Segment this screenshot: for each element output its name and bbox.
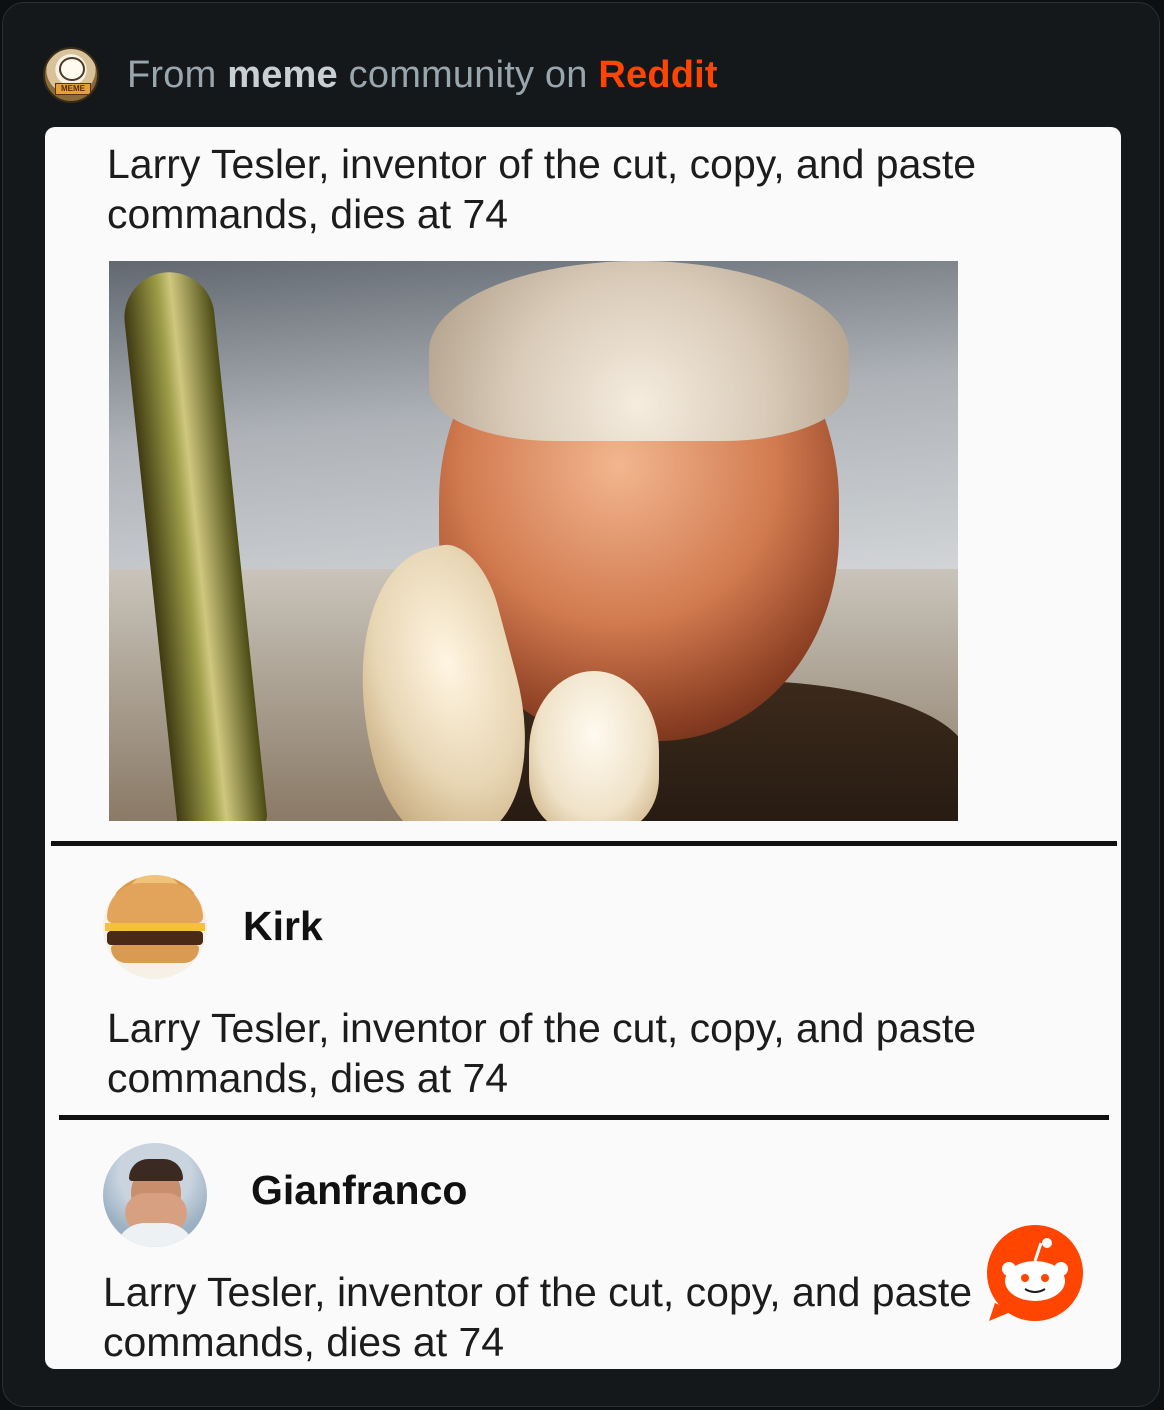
snoo-ear-right [1054, 1262, 1068, 1276]
lily-flower-front [529, 671, 659, 821]
burger-avatar [103, 875, 207, 979]
community-avatar-label: MEME [55, 83, 91, 95]
comment-text: Larry Tesler, inventor of the cut, copy,… [103, 1269, 973, 1365]
photo-hair [429, 261, 849, 441]
avatar-body [115, 1223, 195, 1247]
reddit-link[interactable]: Reddit [598, 54, 717, 96]
comment-username: Kirk [243, 903, 323, 949]
mascot-icon [59, 57, 85, 81]
patty [107, 931, 203, 945]
snoo-eye-right [1041, 1274, 1049, 1282]
snoo-antenna-tip [1042, 1238, 1052, 1248]
divider [51, 841, 1117, 846]
source-line: From meme community on Reddit [127, 54, 718, 97]
embed-header: MEME From meme community on Reddit [43, 47, 718, 103]
community-avatar[interactable]: MEME [43, 47, 99, 103]
meme-image-card[interactable]: Larry Tesler, inventor of the cut, copy,… [45, 127, 1121, 1369]
reddit-snoo-icon[interactable] [985, 1223, 1085, 1323]
embed-frame: MEME From meme community on Reddit Larry… [2, 2, 1160, 1407]
cheese [105, 923, 205, 931]
divider [59, 1115, 1109, 1120]
source-prefix: From [127, 53, 217, 96]
source-middle: community on [348, 53, 588, 96]
comment-username: Gianfranco [251, 1167, 468, 1213]
community-link[interactable]: meme [227, 54, 338, 96]
post-title: Larry Tesler, inventor of the cut, copy,… [107, 141, 977, 237]
larry-tesler-photo [109, 261, 958, 821]
snoo-ear-left [1002, 1262, 1016, 1276]
avatar-hair [129, 1159, 183, 1181]
bun-bottom [111, 945, 199, 963]
bun-top [107, 883, 203, 923]
comment-text: Larry Tesler, inventor of the cut, copy,… [107, 1005, 977, 1101]
snoo-eye-left [1021, 1274, 1029, 1282]
facepalm-avatar [103, 1143, 207, 1247]
